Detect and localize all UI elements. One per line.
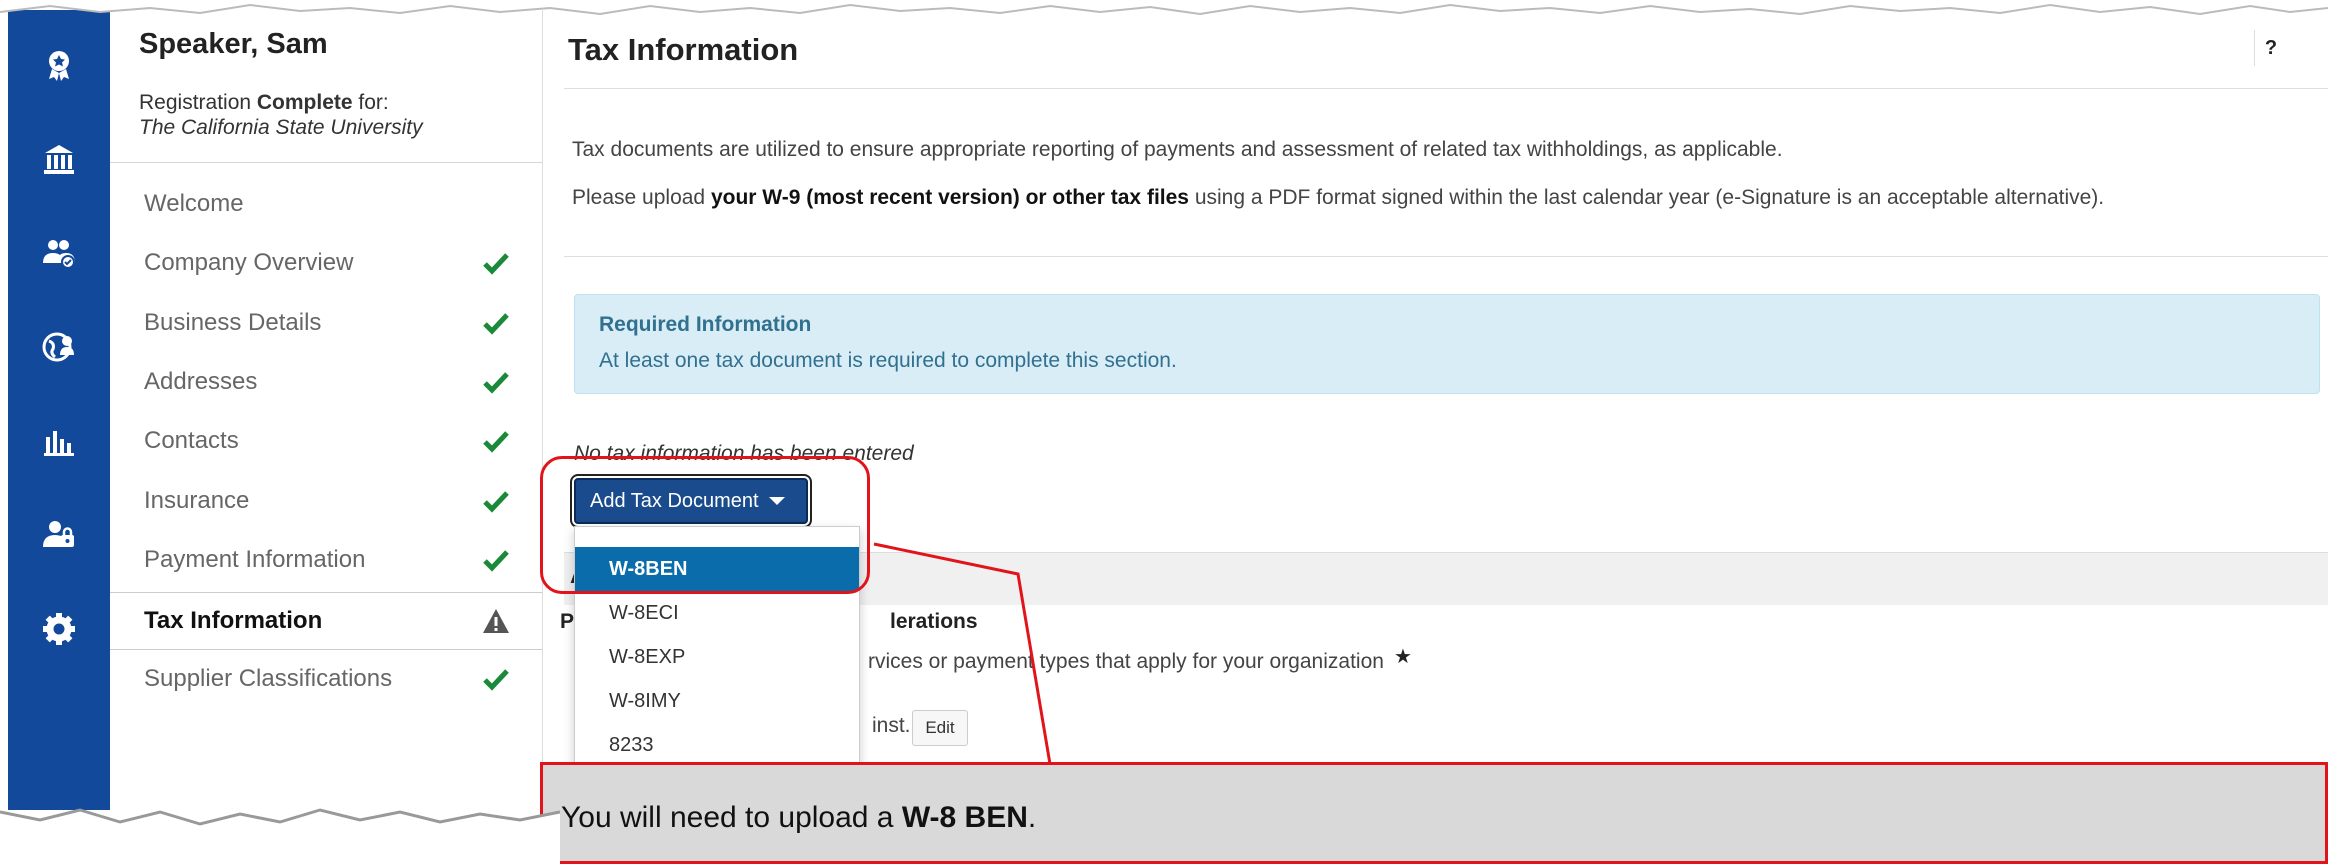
dropdown-option-8233[interactable]: 8233 xyxy=(575,723,859,767)
instruction-callout: You will need to upload a W-8 BEN. xyxy=(540,762,2328,864)
callout-emphasis: W-8 BEN xyxy=(901,801,1028,834)
callout-text: You will need to upload a W-8 BEN. xyxy=(561,801,1036,835)
registration-suffix: for: xyxy=(352,91,389,114)
upload-instructions: Please upload your W-9 (most recent vers… xyxy=(572,186,2104,210)
divider xyxy=(564,88,2328,89)
callout-prefix: You will need to upload a xyxy=(561,801,902,834)
sidebar-item-addresses[interactable]: Addresses xyxy=(110,354,542,410)
sidebar-item-payment-information[interactable]: Payment Information xyxy=(110,532,542,588)
checkmark-icon xyxy=(483,313,509,335)
edit-button[interactable]: Edit xyxy=(912,710,968,746)
divider xyxy=(110,162,542,163)
sidebar-item-label: Business Details xyxy=(144,309,322,336)
required-info-alert: Required Information At least one tax do… xyxy=(574,294,2320,394)
callout-suffix: . xyxy=(1027,801,1037,834)
sidebar-item-tax-information[interactable]: Tax Information xyxy=(110,592,542,650)
checkmark-icon xyxy=(483,253,509,275)
checkmark-icon xyxy=(483,491,509,513)
registration-sidebar: Speaker, Sam Registration Complete for: … xyxy=(110,10,543,810)
instructions-prefix: Please upload xyxy=(572,186,711,209)
section-heading: Plerations xyxy=(560,610,978,634)
warning-icon xyxy=(483,609,509,633)
alert-title: Required Information xyxy=(599,313,812,336)
dropdown-option-w8eci[interactable]: W-8ECI xyxy=(575,591,859,635)
sidebar-item-label: Payment Information xyxy=(144,546,366,573)
sidebar-item-business-details[interactable]: Business Details xyxy=(110,295,542,351)
instructions-suffix: using a PDF format signed within the las… xyxy=(1188,186,2105,209)
section-heading-prefix: P xyxy=(560,610,575,633)
highlight-box xyxy=(540,456,870,594)
bank-icon[interactable] xyxy=(38,138,80,180)
registration-prefix: Registration xyxy=(139,91,257,114)
sidebar-item-label: Supplier Classifications xyxy=(144,665,393,692)
checkmark-icon xyxy=(483,431,509,453)
sidebar-item-label: Insurance xyxy=(144,487,250,514)
dropdown-option-w8imy[interactable]: W-8IMY xyxy=(575,679,859,723)
required-star-icon: ★ xyxy=(1394,646,1412,668)
section-heading-tail: lerations xyxy=(890,610,978,633)
dropdown-option-label: W-8EXP xyxy=(609,646,686,668)
help-button[interactable]: ? xyxy=(2254,30,2287,66)
checkmark-icon xyxy=(483,372,509,394)
sidebar-item-label: Welcome xyxy=(144,190,244,217)
dropdown-option-w8exp[interactable]: W-8EXP xyxy=(575,635,859,679)
sidebar-item-insurance[interactable]: Insurance xyxy=(110,473,542,529)
tax-description: Tax documents are utilized to ensure app… xyxy=(572,138,1783,161)
user-name: Speaker, Sam xyxy=(139,28,328,60)
university-name: The California State University xyxy=(139,116,423,139)
instructions-emphasis: your W-9 (most recent version) or other … xyxy=(710,186,1189,209)
user-lock-icon[interactable] xyxy=(38,514,80,556)
dropdown-option-label: W-8IMY xyxy=(609,690,681,712)
torn-edge-top xyxy=(0,0,2328,16)
checkmark-icon xyxy=(483,669,509,691)
registration-status-value: Complete xyxy=(256,91,353,114)
services-question: rvices or payment types that apply for y… xyxy=(868,650,1384,673)
divider xyxy=(564,256,2328,257)
sidebar-item-label: Tax Information xyxy=(144,607,323,634)
gear-icon[interactable] xyxy=(38,608,80,650)
dropdown-option-label: W-8ECI xyxy=(609,602,679,624)
users-icon[interactable] xyxy=(38,232,80,274)
sidebar-item-supplier-classifications[interactable]: Supplier Classifications xyxy=(110,651,542,707)
award-icon[interactable] xyxy=(38,44,80,86)
sidebar-item-contacts[interactable]: Contacts xyxy=(110,413,542,469)
torn-edge-bottom xyxy=(0,808,560,864)
sidebar-item-welcome[interactable]: Welcome xyxy=(110,176,542,232)
bar-chart-icon[interactable] xyxy=(38,420,80,462)
sidebar-item-company-overview[interactable]: Company Overview xyxy=(110,235,542,291)
page-title: Tax Information xyxy=(568,32,799,67)
sidebar-item-label: Addresses xyxy=(144,368,258,395)
sidebar-item-label: Company Overview xyxy=(144,249,354,276)
registration-status: Registration Complete for: The Californi… xyxy=(139,90,423,140)
sidebar-item-label: Contacts xyxy=(144,427,239,454)
app-icon-rail xyxy=(8,10,110,810)
globe-user-icon[interactable] xyxy=(38,326,80,368)
alert-body: At least one tax document is required to… xyxy=(599,349,1177,372)
dropdown-option-label: 8233 xyxy=(609,734,654,756)
checkmark-icon xyxy=(483,550,509,572)
main-content: Tax Information ? Tax documents are util… xyxy=(542,10,2328,864)
